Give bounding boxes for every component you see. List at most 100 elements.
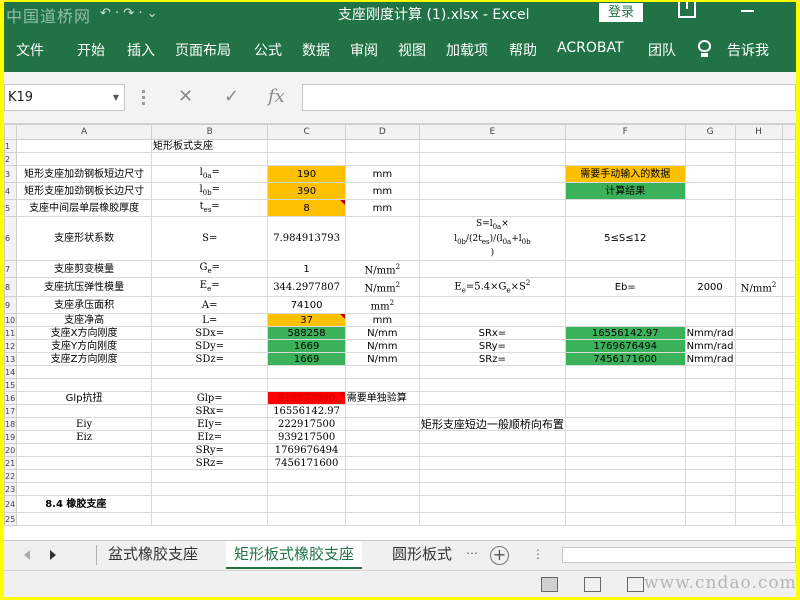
cell-d11[interactable]: N/mm bbox=[344, 326, 420, 341]
cell-d4[interactable]: mm bbox=[344, 182, 420, 200]
cell-d3[interactable]: mm bbox=[344, 165, 420, 183]
lightbulb-icon[interactable] bbox=[698, 40, 711, 57]
sheet-tab-rectangular-bearing[interactable]: 矩形板式橡胶支座 bbox=[226, 541, 363, 569]
cell-c5[interactable]: 8 bbox=[267, 199, 346, 217]
cell-b17[interactable]: SRx= bbox=[151, 404, 269, 419]
cell-b13[interactable]: SDz= bbox=[151, 352, 269, 367]
cell-f8[interactable]: Eb= bbox=[564, 276, 686, 298]
cell-g11[interactable]: Nmm/rad bbox=[684, 326, 736, 341]
tab-review[interactable]: 审阅 bbox=[350, 40, 378, 60]
cell-d18[interactable] bbox=[344, 417, 420, 432]
column-header-b[interactable]: B bbox=[151, 124, 269, 140]
cell-e4[interactable] bbox=[418, 182, 566, 200]
cell-f21[interactable] bbox=[564, 456, 686, 471]
cell-f10[interactable] bbox=[564, 313, 686, 328]
cell-f25[interactable] bbox=[564, 512, 686, 527]
cell-c4[interactable]: 390 bbox=[267, 182, 346, 200]
cell-d20[interactable] bbox=[344, 443, 420, 458]
cell-a10[interactable]: 支座净高 bbox=[16, 313, 153, 328]
row-header[interactable]: 19 bbox=[4, 430, 18, 445]
cell-b1[interactable]: 矩形板式支座 bbox=[151, 139, 269, 153]
cell-f4[interactable]: 计算结果 bbox=[564, 182, 686, 200]
cell-g22[interactable] bbox=[684, 469, 736, 484]
row-header[interactable]: 1 bbox=[4, 139, 18, 153]
cell-g13[interactable]: Nmm/rad bbox=[684, 352, 736, 367]
cell-a15[interactable] bbox=[16, 378, 153, 393]
tab-addins[interactable]: 加载项 bbox=[446, 40, 488, 60]
tell-me-search[interactable]: 告诉我 bbox=[727, 40, 769, 60]
cell-b16[interactable]: Glp= bbox=[151, 391, 269, 406]
scroll-right-icon[interactable] bbox=[50, 550, 56, 560]
cell-b24[interactable] bbox=[151, 495, 269, 514]
cell-h24[interactable] bbox=[734, 495, 783, 514]
cell-a7[interactable]: 支座剪变模量 bbox=[16, 260, 153, 278]
cell-g6[interactable] bbox=[684, 216, 736, 261]
cell-h10[interactable] bbox=[734, 313, 783, 328]
tab-help[interactable]: 帮助 bbox=[509, 40, 537, 60]
quick-access-toolbar[interactable]: ↶ · ↷ · ⌄ bbox=[100, 6, 157, 21]
cancel-icon[interactable]: ✕ bbox=[178, 86, 193, 107]
cell-c14[interactable] bbox=[267, 365, 346, 380]
cell-a4[interactable]: 矩形支座加劲钢板长边尺寸 bbox=[16, 182, 153, 200]
cell-b18[interactable]: EIy= bbox=[151, 417, 269, 432]
cell-f17[interactable] bbox=[564, 404, 686, 419]
cell-e18[interactable]: 矩形支座短边一般顺桥向布置 bbox=[418, 417, 566, 432]
cell-c20[interactable]: 1769676494 bbox=[267, 443, 346, 458]
cell-g8[interactable]: 2000 bbox=[684, 276, 736, 298]
cell-a18[interactable]: Eiy bbox=[16, 417, 153, 432]
tab-file[interactable]: 文件 bbox=[16, 40, 44, 60]
cell-g3[interactable] bbox=[684, 165, 736, 183]
cell-b11[interactable]: SDx= bbox=[151, 326, 269, 341]
cell-a14[interactable] bbox=[16, 365, 153, 380]
cell-f19[interactable] bbox=[564, 430, 686, 445]
cell-b23[interactable] bbox=[151, 482, 269, 497]
cell-g20[interactable] bbox=[684, 443, 736, 458]
row-header[interactable]: 3 bbox=[4, 165, 18, 183]
cell-e10[interactable] bbox=[418, 313, 566, 328]
row-header[interactable]: 9 bbox=[4, 296, 18, 315]
cell-g18[interactable] bbox=[684, 417, 736, 432]
cell-a13[interactable]: 支座Z方向刚度 bbox=[16, 352, 153, 367]
cell-c6[interactable]: 7.984913793 bbox=[267, 216, 346, 261]
cell-e23[interactable] bbox=[418, 482, 566, 497]
cell-e19[interactable] bbox=[418, 430, 566, 445]
cell-e25[interactable] bbox=[418, 512, 566, 527]
cell-h2[interactable] bbox=[734, 152, 783, 166]
cell-a2[interactable] bbox=[16, 152, 153, 166]
cell-g12[interactable]: Nmm/rad bbox=[684, 339, 736, 354]
tab-view[interactable]: 视图 bbox=[398, 40, 426, 60]
column-header-c[interactable]: C bbox=[267, 124, 346, 140]
cell-h4[interactable] bbox=[734, 182, 783, 200]
cell-g5[interactable] bbox=[684, 199, 736, 217]
minimize-icon[interactable] bbox=[741, 10, 754, 12]
row-header[interactable]: 5 bbox=[4, 199, 18, 217]
cell-b3[interactable]: l0a= bbox=[151, 165, 269, 183]
row-header[interactable]: 17 bbox=[4, 404, 18, 419]
cell-c22[interactable] bbox=[267, 469, 346, 484]
cell-c7[interactable]: 1 bbox=[267, 260, 346, 278]
cell-f5[interactable] bbox=[564, 199, 686, 217]
column-header-f[interactable]: F bbox=[564, 124, 686, 140]
cell-d10[interactable]: mm bbox=[344, 313, 420, 328]
cell-d13[interactable]: N/mm bbox=[344, 352, 420, 367]
enter-icon[interactable]: ✓ bbox=[224, 86, 239, 107]
cell-f9[interactable] bbox=[564, 296, 686, 315]
cell-f22[interactable] bbox=[564, 469, 686, 484]
cell-e7[interactable] bbox=[418, 260, 566, 278]
cell-f20[interactable] bbox=[564, 443, 686, 458]
cell-h1[interactable] bbox=[734, 139, 783, 153]
cell-f3[interactable]: 需要手动输入的数据 bbox=[564, 165, 686, 183]
resize-handle-icon[interactable] bbox=[142, 90, 145, 105]
row-header[interactable]: 4 bbox=[4, 182, 18, 200]
cell-c10[interactable]: 37 bbox=[267, 313, 346, 328]
row-header[interactable]: 21 bbox=[4, 456, 18, 471]
cell-a5[interactable]: 支座中间层单层橡胶厚度 bbox=[16, 199, 153, 217]
login-button[interactable]: 登录 bbox=[599, 3, 643, 22]
cell-c9[interactable]: 74100 bbox=[267, 296, 346, 315]
cell-a3[interactable]: 矩形支座加劲钢板短边尺寸 bbox=[16, 165, 153, 183]
cell-a20[interactable] bbox=[16, 443, 153, 458]
select-all-corner[interactable] bbox=[4, 124, 18, 140]
cell-a9[interactable]: 支座承压面积 bbox=[16, 296, 153, 315]
cell-c16[interactable]: 812377890 bbox=[267, 391, 346, 406]
cell-e12[interactable]: SRy= bbox=[418, 339, 566, 354]
